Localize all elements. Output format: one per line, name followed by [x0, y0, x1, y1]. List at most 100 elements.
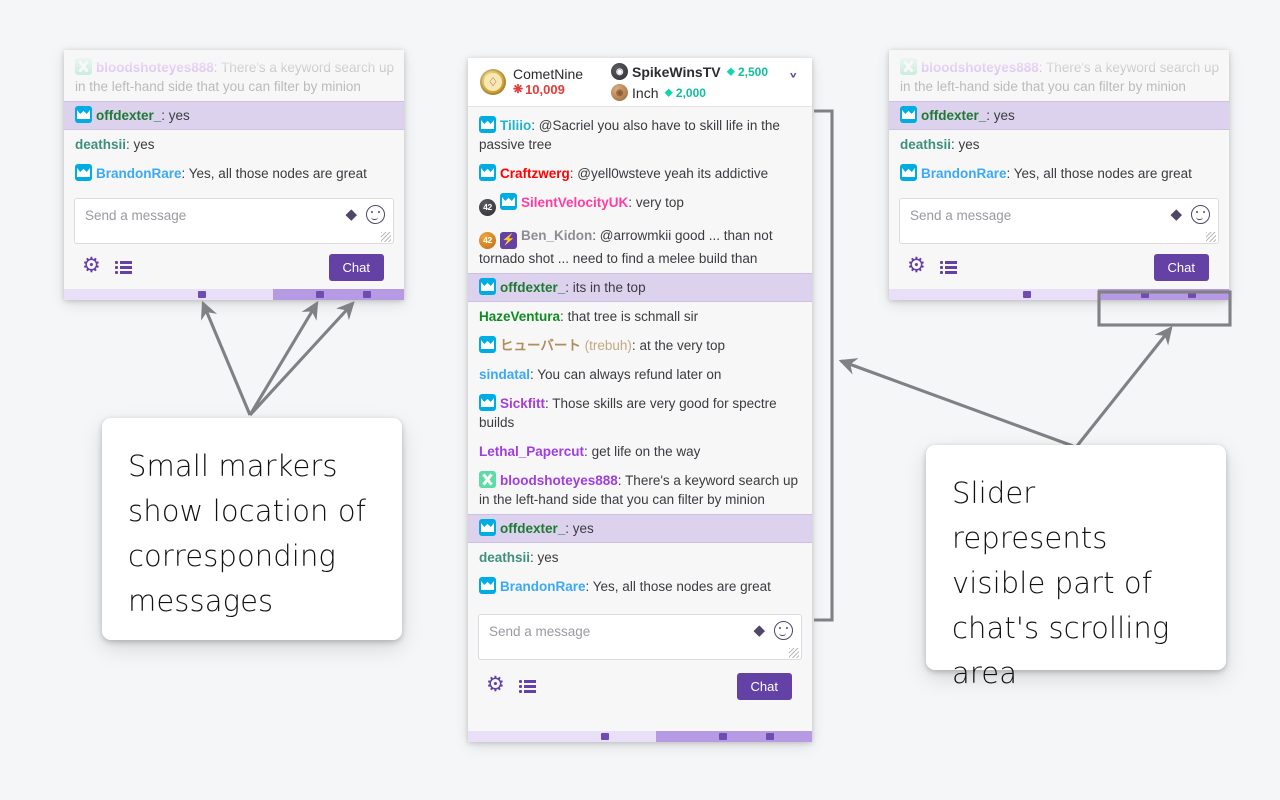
scroll-thumb[interactable] — [273, 289, 404, 300]
message-row[interactable]: deathsii: yes — [889, 130, 1229, 159]
message-row-highlighted[interactable]: offdexter_: its in the top — [468, 273, 812, 302]
message-row[interactable]: BrandonRare: Yes, all those nodes are gr… — [468, 572, 812, 601]
message-nick[interactable]: BrandonRare — [921, 166, 1007, 181]
emote-smiley-icon[interactable] — [366, 205, 385, 224]
message-nick[interactable]: ヒューバート — [500, 338, 581, 353]
message-row[interactable]: Sickfitt: Those skills are very good for… — [468, 389, 812, 437]
center-composer-actions: Chat — [478, 660, 802, 710]
gear-icon[interactable] — [486, 676, 505, 695]
right-chat-slider[interactable] — [889, 289, 1229, 300]
message-input[interactable]: Send a message ◆ — [74, 198, 394, 244]
message-nick[interactable]: BrandonRare — [500, 579, 586, 594]
message-row[interactable]: Tiliio: @Sacriel you also have to skill … — [468, 111, 812, 159]
streamer-name[interactable]: CometNine — [513, 66, 583, 82]
moderator-badge-icon — [479, 164, 496, 181]
message-row[interactable]: ヒューバート (trebuh): at the very top — [468, 331, 812, 360]
misc-badge-icon — [479, 471, 496, 488]
scroll-thumb[interactable] — [1098, 289, 1229, 300]
message-marker[interactable] — [766, 733, 774, 740]
center-message-list[interactable]: Tiliio: @Sacriel you also have to skill … — [468, 107, 812, 601]
resize-grip-icon[interactable] — [789, 648, 799, 658]
message-marker[interactable] — [719, 733, 727, 740]
user-list-icon[interactable] — [940, 261, 957, 274]
message-nick[interactable]: offdexter_ — [500, 521, 565, 536]
message-nick[interactable]: Ben_Kidon — [521, 228, 592, 243]
message-nick[interactable]: Tiliio — [500, 118, 531, 133]
center-chat-slider[interactable] — [468, 731, 812, 742]
gear-icon[interactable] — [82, 257, 101, 276]
message-row[interactable]: BrandonRare: Yes, all those nodes are gr… — [64, 159, 404, 188]
message-row[interactable]: bloodshoteyes888: There's a keyword sear… — [468, 466, 812, 514]
message-marker[interactable] — [1188, 291, 1196, 298]
emote-smiley-icon[interactable] — [774, 621, 793, 640]
message-nick[interactable]: bloodshoteyes888 — [500, 473, 618, 488]
chevron-down-icon[interactable]: ˅ — [779, 72, 805, 92]
message-row-highlighted[interactable]: offdexter_: yes — [64, 101, 404, 130]
message-text: yes — [168, 108, 190, 123]
moderator-badge-icon — [75, 164, 92, 181]
message-nick[interactable]: Lethal_Papercut — [479, 444, 584, 459]
leaderboard-row[interactable]: ◉ Inch ⬥ 2,000 — [611, 84, 768, 101]
resize-grip-icon[interactable] — [1206, 232, 1216, 242]
marker-pointer-arrows — [200, 300, 355, 417]
message-row[interactable]: BrandonRare: Yes, all those nodes are gr… — [889, 159, 1229, 188]
message-row[interactable]: 42 ⚡ Ben_Kidon: @arrowmkii good ... than n… — [468, 221, 812, 273]
prime-badge-icon: ⚡ — [500, 232, 517, 249]
message-row[interactable]: Craftzwerg: @yell0wsteve yeah its addict… — [468, 159, 812, 188]
message-nick[interactable]: deathsii — [479, 550, 530, 565]
message-row[interactable]: 42 SilentVelocityUK: very top — [468, 188, 812, 221]
message-nick[interactable]: offdexter_ — [96, 108, 161, 123]
message-input[interactable]: Send a message ◆ — [478, 614, 802, 660]
leader-name[interactable]: Inch — [632, 85, 658, 101]
bits-icon[interactable]: ◆ — [753, 623, 765, 638]
message-marker[interactable] — [198, 291, 206, 298]
message-nick[interactable]: deathsii — [75, 137, 126, 152]
message-row[interactable]: HazeVentura: that tree is schmall sir — [468, 302, 812, 331]
message-row[interactable]: bloodshoteyes888: There's a keyword sear… — [889, 53, 1229, 101]
message-nick[interactable]: HazeVentura — [479, 309, 560, 324]
message-colon: : — [585, 579, 593, 594]
message-nick[interactable]: offdexter_ — [500, 280, 565, 295]
right-message-list[interactable]: bloodshoteyes888: There's a keyword sear… — [889, 50, 1229, 188]
message-marker[interactable] — [316, 291, 324, 298]
bits-icon[interactable]: ◆ — [1170, 207, 1182, 222]
message-nick[interactable]: SilentVelocityUK — [521, 195, 628, 210]
message-row-highlighted[interactable]: offdexter_: yes — [889, 101, 1229, 130]
message-marker[interactable] — [363, 291, 371, 298]
message-nick[interactable]: offdexter_ — [921, 108, 986, 123]
user-list-icon[interactable] — [115, 261, 132, 274]
leaderboard-row[interactable]: ◉ SpikeWinsTV ⬥ 2,500 — [611, 63, 768, 80]
message-nick[interactable]: deathsii — [900, 137, 951, 152]
leader-name[interactable]: SpikeWinsTV — [632, 64, 721, 80]
message-marker[interactable] — [601, 733, 609, 740]
message-row[interactable]: sindatal: You can always refund later on — [468, 360, 812, 389]
send-chat-button[interactable]: Chat — [328, 254, 384, 281]
message-row[interactable]: bloodshoteyes888: There's a keyword sear… — [64, 53, 404, 101]
left-chat-slider[interactable] — [64, 289, 404, 300]
message-marker[interactable] — [1141, 291, 1149, 298]
left-message-list[interactable]: bloodshoteyes888: There's a keyword sear… — [64, 50, 404, 188]
message-nick[interactable]: Craftzwerg — [500, 166, 570, 181]
message-row[interactable]: deathsii: yes — [64, 130, 404, 159]
resize-grip-icon[interactable] — [381, 232, 391, 242]
gear-icon[interactable] — [907, 257, 926, 276]
send-chat-button[interactable]: Chat — [1153, 254, 1209, 281]
message-marker[interactable] — [1023, 291, 1031, 298]
message-nick[interactable]: bloodshoteyes888 — [96, 60, 214, 75]
message-row[interactable]: Lethal_Papercut: get life on the way — [468, 437, 812, 466]
user-list-icon[interactable] — [519, 680, 536, 693]
message-nick[interactable]: bloodshoteyes888 — [921, 60, 1039, 75]
send-chat-button[interactable]: Chat — [736, 673, 792, 700]
message-row[interactable]: deathsii: yes — [468, 543, 812, 572]
message-row-highlighted[interactable]: offdexter_: yes — [468, 514, 812, 543]
streak-count-row: ❋ 10,009 — [513, 82, 583, 98]
message-nick[interactable]: sindatal — [479, 367, 530, 382]
emote-smiley-icon[interactable] — [1191, 205, 1210, 224]
bits-icon[interactable]: ◆ — [345, 207, 357, 222]
screenshot-root: bloodshoteyes888: There's a keyword sear… — [0, 0, 1280, 800]
streamer-info[interactable]: ♢ CometNine ❋ 10,009 — [480, 66, 583, 97]
message-input[interactable]: Send a message ◆ — [899, 198, 1219, 244]
message-nick[interactable]: BrandonRare — [96, 166, 182, 181]
scroll-thumb[interactable] — [656, 731, 812, 742]
message-nick[interactable]: Sickfitt — [500, 396, 545, 411]
